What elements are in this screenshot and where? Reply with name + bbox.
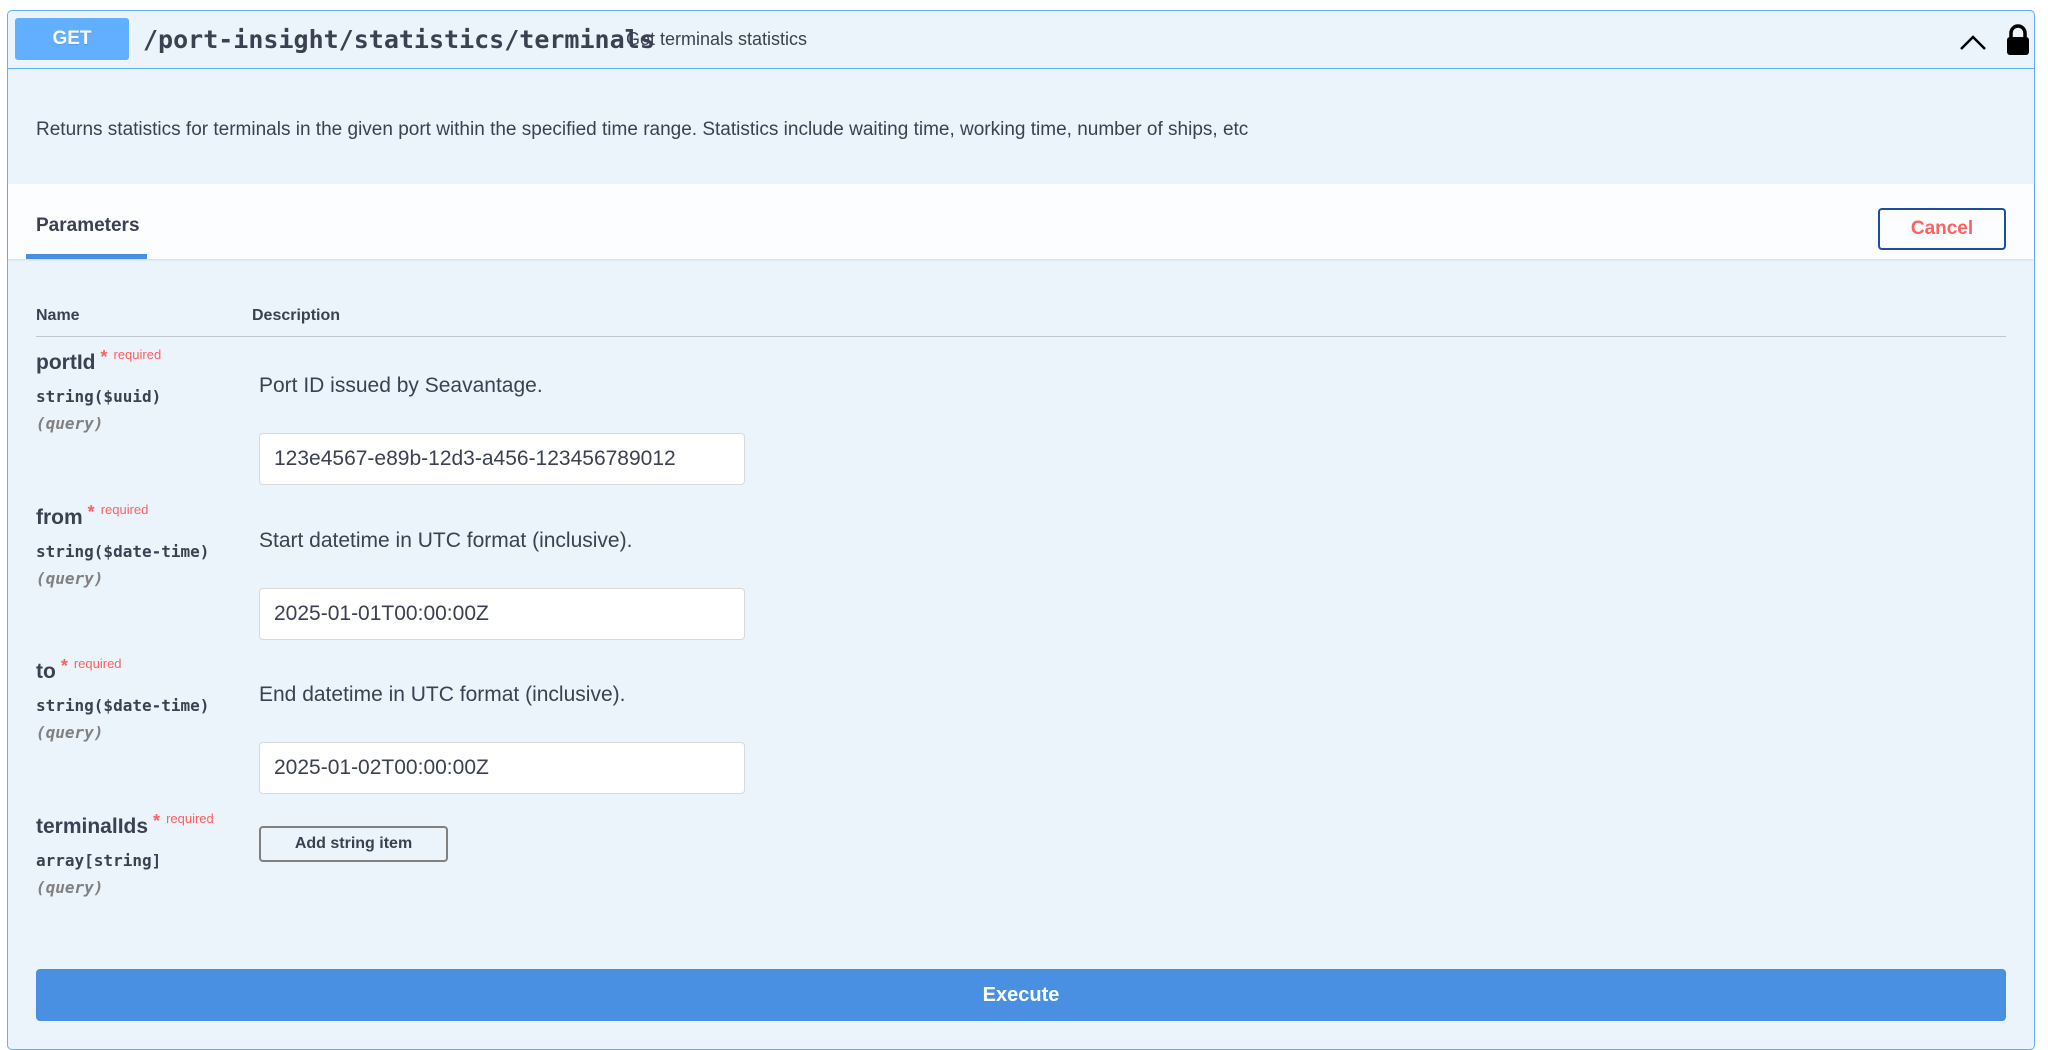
required-star: * xyxy=(100,347,108,367)
add-string-item-button[interactable]: Add string item xyxy=(259,826,448,862)
from-input[interactable] xyxy=(259,588,745,640)
required-label: required xyxy=(166,811,214,826)
cancel-button[interactable]: Cancel xyxy=(1878,208,2006,250)
param-type-from: string($date-time) xyxy=(36,542,210,561)
to-input[interactable] xyxy=(259,742,745,794)
parameters-header: Parameters Cancel xyxy=(8,184,2034,259)
required-star: * xyxy=(60,656,68,676)
chevron-up-icon[interactable] xyxy=(1958,29,1988,53)
param-in-from: (query) xyxy=(36,569,104,588)
portid-input[interactable] xyxy=(259,433,745,485)
column-header-description: Description xyxy=(252,307,341,324)
required-label: required xyxy=(113,347,162,362)
param-name-from: from * required xyxy=(36,502,149,529)
param-type-to: string($date-time) xyxy=(36,696,210,715)
endpoint-path: /port-insight/statistics/terminals xyxy=(143,25,655,54)
lock-icon[interactable] xyxy=(2005,23,2031,57)
param-desc-to: End datetime in UTC format (inclusive). xyxy=(259,683,626,706)
param-name-to: to * required xyxy=(36,656,122,683)
endpoint-summary: Get terminals statistics xyxy=(626,29,808,49)
param-in-to: (query) xyxy=(36,723,104,742)
tab-underline xyxy=(26,254,147,259)
required-star: * xyxy=(153,811,161,831)
param-desc-from: Start datetime in UTC format (inclusive)… xyxy=(259,529,633,552)
operation-block: GET /port-insight/statistics/terminals G… xyxy=(7,10,2035,1050)
param-name-portid: portId * required xyxy=(36,347,162,374)
tab-parameters[interactable]: Parameters xyxy=(36,215,140,237)
header-divider xyxy=(36,336,2006,337)
required-star: * xyxy=(87,502,95,522)
method-badge: GET xyxy=(15,18,129,60)
execute-button[interactable]: Execute xyxy=(36,969,2006,1021)
param-name-terminalids: terminalIds * required xyxy=(36,811,214,838)
operation-summary[interactable]: GET /port-insight/statistics/terminals G… xyxy=(8,11,2034,69)
column-header-name: Name xyxy=(36,307,80,324)
endpoint-description: Returns statistics for terminals in the … xyxy=(36,119,1249,140)
param-desc-portid: Port ID issued by Seavantage. xyxy=(259,374,543,397)
param-type-terminalids: array[string] xyxy=(36,851,162,870)
required-label: required xyxy=(73,656,122,671)
param-in-terminalids: (query) xyxy=(36,878,104,897)
param-in-portid: (query) xyxy=(36,414,104,433)
param-type-portid: string($uuid) xyxy=(36,387,162,406)
required-label: required xyxy=(100,502,149,517)
